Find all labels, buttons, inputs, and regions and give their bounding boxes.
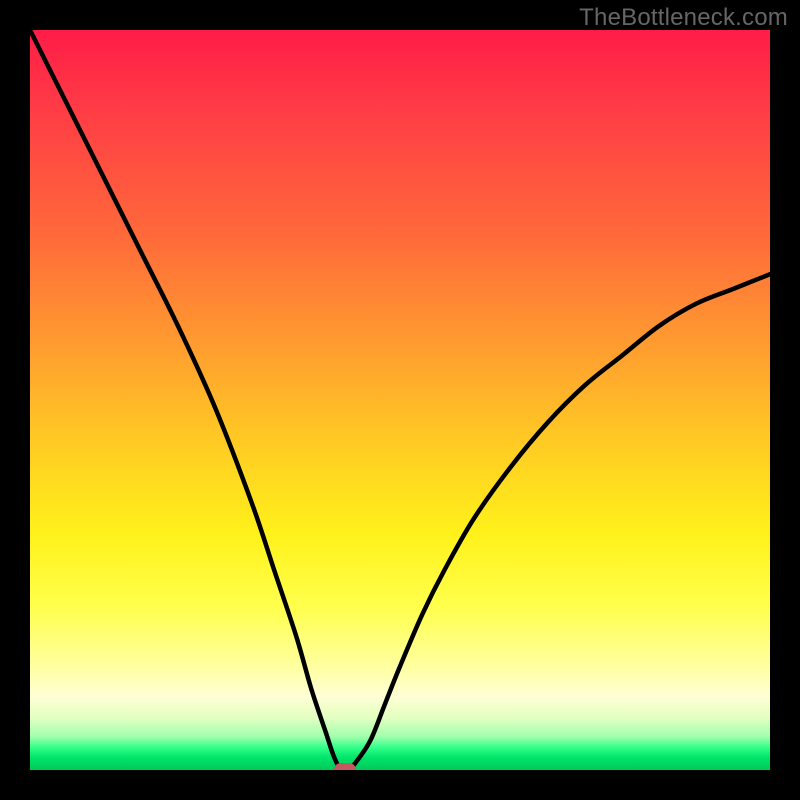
optimal-marker (334, 763, 356, 770)
watermark-text: TheBottleneck.com (579, 4, 788, 32)
plot-area (30, 30, 770, 770)
bottleneck-curve (30, 30, 770, 770)
chart-frame: TheBottleneck.com (0, 0, 800, 800)
